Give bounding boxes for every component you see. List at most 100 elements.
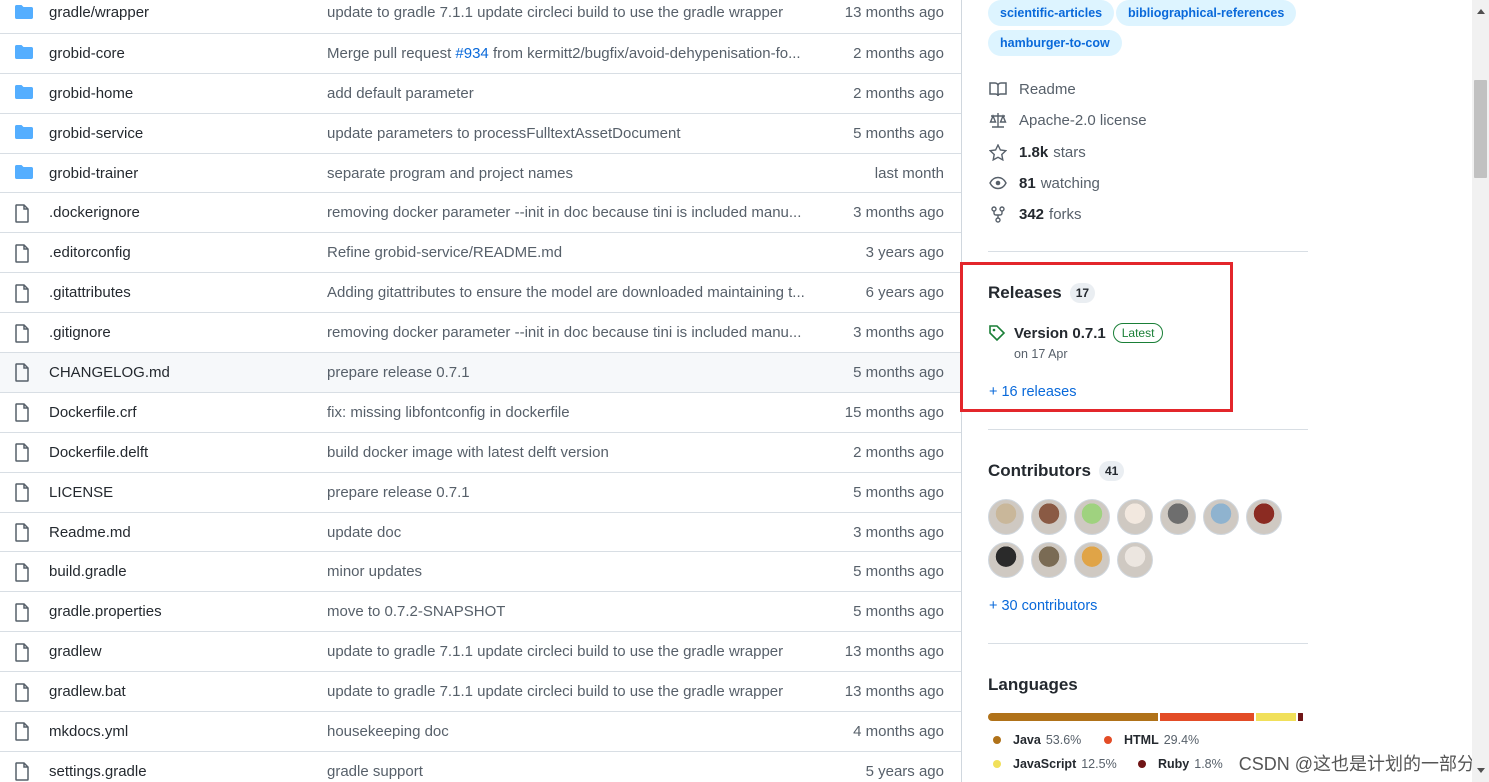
file-name-link[interactable]: CHANGELOG.md (49, 364, 170, 381)
commit-message-link[interactable]: update to gradle 7.1.1 update circleci b… (327, 643, 783, 660)
commit-age[interactable]: 5 months ago (853, 603, 944, 620)
commit-message-link[interactable]: gradle support (327, 763, 423, 780)
commit-age[interactable]: 2 months ago (853, 85, 944, 102)
commit-message-link[interactable]: Refine grobid-service/README.md (327, 244, 562, 261)
commit-message-link[interactable]: update parameters to processFulltextAsse… (327, 125, 681, 142)
file-name-link[interactable]: .editorconfig (49, 244, 131, 261)
contributor-avatar[interactable] (1246, 499, 1282, 535)
commit-age[interactable]: 2 months ago (853, 45, 944, 62)
file-name-link[interactable]: Readme.md (49, 524, 131, 541)
file-row[interactable]: Readme.md update doc 3 months ago (0, 511, 961, 552)
file-row[interactable]: settings.gradle gradle support 5 years ago (0, 750, 961, 782)
commit-age[interactable]: last month (875, 165, 944, 182)
contributor-avatar[interactable] (988, 499, 1024, 535)
contributor-avatar[interactable] (1117, 499, 1153, 535)
commit-age[interactable]: 15 months ago (845, 404, 944, 421)
file-name-link[interactable]: .gitignore (49, 324, 111, 341)
file-row[interactable]: .gitignore removing docker parameter --in… (0, 312, 961, 352)
commit-age[interactable]: 13 months ago (845, 4, 944, 21)
commit-message-link[interactable]: fix: missing libfontconfig in dockerfile (327, 404, 570, 421)
stars-link[interactable]: 1.8k stars (988, 143, 1086, 161)
language-javascript[interactable]: JavaScript 12.5% (993, 757, 1117, 771)
commit-message-link[interactable]: removing docker parameter --init in doc … (327, 324, 801, 341)
commit-age[interactable]: 5 months ago (853, 364, 944, 381)
file-row[interactable]: grobid-trainer separate program and proje… (0, 152, 961, 193)
file-row[interactable]: CHANGELOG.md prepare release 0.7.1 5 month… (0, 352, 961, 392)
commit-message-link[interactable]: prepare release 0.7.1 (327, 364, 470, 381)
file-row[interactable]: gradle.properties move to 0.7.2-SNAPSHOT 5… (0, 591, 961, 631)
commit-message-link[interactable]: Adding gitattributes to ensure the model… (327, 284, 805, 301)
file-row[interactable]: Dockerfile.delft build docker image with … (0, 431, 961, 472)
commit-age[interactable]: 6 years ago (866, 284, 944, 301)
commit-age[interactable]: 13 months ago (845, 643, 944, 660)
language-java[interactable]: Java 53.6% (993, 733, 1081, 747)
file-name-link[interactable]: build.gradle (49, 563, 127, 580)
contributor-avatar[interactable] (1074, 542, 1110, 578)
commit-age[interactable]: 5 years ago (866, 763, 944, 780)
file-name-link[interactable]: LICENSE (49, 484, 113, 501)
commit-message-link[interactable]: update to gradle 7.1.1 update circleci b… (327, 4, 783, 21)
commit-message-link[interactable]: Merge pull request #934 from kermitt2/bu… (327, 45, 801, 62)
scroll-up-icon[interactable] (1477, 9, 1485, 14)
commit-age[interactable]: 5 months ago (853, 484, 944, 501)
contributor-avatar[interactable] (988, 542, 1024, 578)
pull-request-link[interactable]: #934 (455, 45, 488, 62)
file-name-link[interactable]: Dockerfile.delft (49, 444, 148, 461)
commit-age[interactable]: 13 months ago (845, 683, 944, 700)
file-row[interactable]: Dockerfile.crf fix: missing libfontconfig… (0, 391, 961, 432)
commit-message-link[interactable]: minor updates (327, 563, 422, 580)
commit-age[interactable]: 3 months ago (853, 204, 944, 221)
contributor-avatar[interactable] (1074, 499, 1110, 535)
file-name-link[interactable]: settings.gradle (49, 763, 147, 780)
file-name-link[interactable]: Dockerfile.crf (49, 404, 137, 421)
file-name-link[interactable]: gradle.properties (49, 603, 162, 620)
contributor-avatar[interactable] (1117, 542, 1153, 578)
file-row[interactable]: LICENSE prepare release 0.7.1 5 months ago (0, 471, 961, 512)
file-name-link[interactable]: grobid-core (49, 45, 125, 62)
license-link[interactable]: Apache-2.0 license (988, 111, 1147, 129)
file-name-link[interactable]: gradle/wrapper (49, 4, 149, 21)
scrollbar[interactable] (1472, 0, 1489, 782)
contributor-avatar[interactable] (1203, 499, 1239, 535)
file-row[interactable]: gradle/wrapper update to gradle 7.1.1 upd… (0, 0, 961, 33)
readme-link[interactable]: Readme (988, 80, 1076, 98)
file-row[interactable]: mkdocs.yml housekeeping doc 4 months ago (0, 711, 961, 751)
contributor-avatar[interactable] (1031, 499, 1067, 535)
file-row[interactable]: .gitattributes Adding gitattributes to en… (0, 272, 961, 312)
commit-age[interactable]: 5 months ago (853, 563, 944, 580)
commit-message-link[interactable]: removing docker parameter --init in doc … (327, 204, 801, 221)
file-name-link[interactable]: .gitattributes (49, 284, 131, 301)
commit-message-link[interactable]: add default parameter (327, 85, 474, 102)
commit-message-link[interactable]: housekeeping doc (327, 723, 449, 740)
commit-message-link[interactable]: prepare release 0.7.1 (327, 484, 470, 501)
more-contributors-link[interactable]: + 30 contributors (989, 598, 1097, 614)
file-name-link[interactable]: grobid-service (49, 125, 143, 142)
commit-message-link[interactable]: update doc (327, 524, 401, 541)
file-name-link[interactable]: grobid-trainer (49, 165, 138, 182)
file-row[interactable]: gradlew.bat update to gradle 7.1.1 update… (0, 671, 961, 711)
commit-message-link[interactable]: build docker image with latest delft ver… (327, 444, 609, 461)
scrollbar-thumb[interactable] (1474, 80, 1487, 178)
commit-age[interactable]: 2 months ago (853, 444, 944, 461)
contributors-heading[interactable]: Contributors 41 (988, 461, 1125, 481)
file-row[interactable]: grobid-service update parameters to proce… (0, 112, 961, 153)
file-row[interactable]: .editorconfig Refine grobid-service/READM… (0, 232, 961, 272)
commit-age[interactable]: 4 months ago (853, 723, 944, 740)
commit-age[interactable]: 3 months ago (853, 524, 944, 541)
scroll-down-icon[interactable] (1477, 768, 1485, 773)
commit-message-link[interactable]: update to gradle 7.1.1 update circleci b… (327, 683, 783, 700)
file-row[interactable]: build.gradle minor updates 5 months ago (0, 551, 961, 591)
file-row[interactable]: .dockerignore removing docker parameter -… (0, 192, 961, 232)
file-row[interactable]: grobid-core Merge pull request #934 from … (0, 32, 961, 73)
topic-tag[interactable]: bibliographical-references (1116, 0, 1297, 26)
file-name-link[interactable]: .dockerignore (49, 204, 140, 221)
commit-message-link[interactable]: separate program and project names (327, 165, 573, 182)
commit-age[interactable]: 3 months ago (853, 324, 944, 341)
watching-link[interactable]: 81 watching (988, 174, 1100, 192)
file-name-link[interactable]: gradlew.bat (49, 683, 126, 700)
file-name-link[interactable]: grobid-home (49, 85, 133, 102)
topic-tag[interactable]: hamburger-to-cow (988, 30, 1122, 56)
contributor-avatar[interactable] (1160, 499, 1196, 535)
commit-message-link[interactable]: move to 0.7.2-SNAPSHOT (327, 603, 505, 620)
language-html[interactable]: HTML 29.4% (1104, 733, 1199, 747)
